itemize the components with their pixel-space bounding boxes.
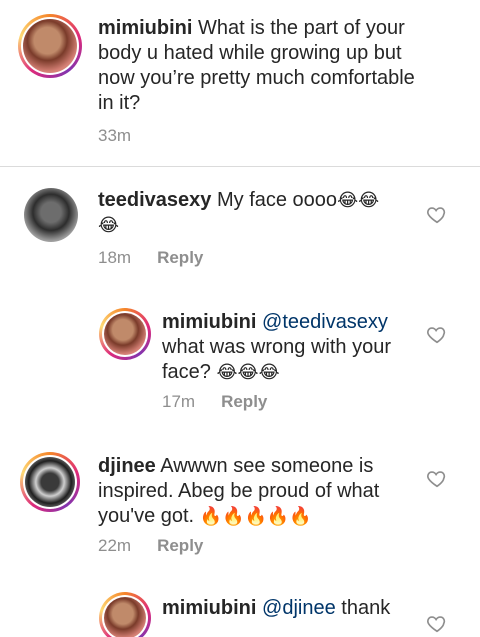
comment-text: teedivasexy My face oooo😂😂😂: [98, 188, 398, 238]
post-caption: mimiubini What is the part of your body …: [0, 0, 480, 166]
avatar[interactable]: [18, 14, 82, 78]
timestamp: 18m: [98, 248, 132, 267]
divider: [0, 166, 480, 167]
reply-button[interactable]: Reply: [157, 248, 203, 267]
comment-body: thank: [341, 597, 391, 619]
comment-meta: 22m Reply: [98, 536, 203, 556]
comment-text: djinee Awwwn see someone is inspired. Ab…: [98, 454, 408, 529]
emoji-laughing: 😂😂😂: [216, 362, 280, 383]
comment-meta: 18m Reply: [98, 248, 203, 268]
avatar[interactable]: [99, 592, 151, 637]
comment-meta: 17m Reply: [162, 392, 267, 412]
emoji-fire: 🔥🔥🔥🔥🔥: [199, 506, 312, 527]
caption-text: mimiubini What is the part of your body …: [98, 16, 428, 116]
heart-icon[interactable]: [426, 612, 448, 634]
reply-item: mimiubini @djinee thank: [0, 592, 480, 637]
heart-icon[interactable]: [426, 323, 448, 345]
avatar[interactable]: [24, 188, 78, 242]
reply-button[interactable]: Reply: [221, 392, 267, 411]
comment-body: My face oooo: [216, 189, 338, 211]
comment-username[interactable]: mimiubini: [162, 597, 256, 619]
timestamp: 33m: [98, 126, 132, 145]
comment-text: mimiubini @teedivasexy what was wrong wi…: [162, 310, 422, 385]
mention-link[interactable]: @djinee: [262, 597, 336, 619]
mention-link[interactable]: @teedivasexy: [262, 311, 388, 333]
caption-time: 33m: [98, 126, 131, 146]
heart-icon[interactable]: [426, 467, 448, 489]
comment-username[interactable]: djinee: [98, 455, 156, 477]
reply-button[interactable]: Reply: [157, 536, 203, 555]
timestamp: 22m: [98, 536, 132, 555]
timestamp: 17m: [162, 392, 196, 411]
heart-icon[interactable]: [426, 203, 448, 225]
comment-username[interactable]: teedivasexy: [98, 189, 211, 211]
caption-username[interactable]: mimiubini: [98, 17, 192, 39]
avatar[interactable]: [99, 308, 151, 360]
avatar[interactable]: [20, 452, 80, 512]
comment-username[interactable]: mimiubini: [162, 311, 256, 333]
comment-text: mimiubini @djinee thank: [162, 596, 422, 621]
